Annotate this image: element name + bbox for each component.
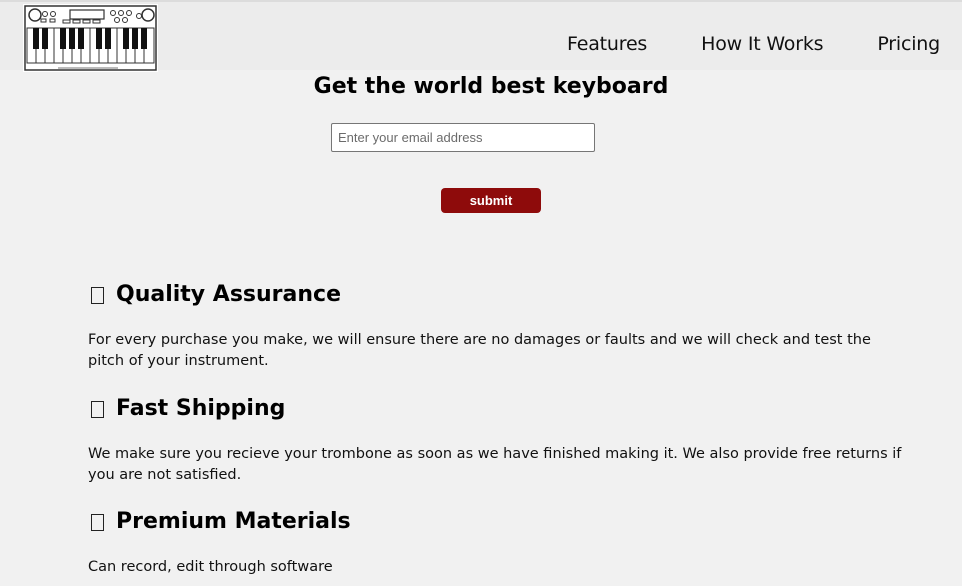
email-input[interactable]	[331, 123, 595, 152]
logo[interactable]	[23, 4, 158, 72]
nav-pricing-link[interactable]: Pricing	[877, 32, 940, 56]
nav-how-it-works-link[interactable]: How It Works	[701, 32, 823, 56]
feature-quality-assurance: Quality Assurance For every purchase you…	[88, 281, 908, 372]
feature-title: Fast Shipping	[116, 396, 286, 421]
missing-glyph-icon	[91, 400, 104, 418]
missing-glyph-icon	[91, 513, 104, 531]
submit-button[interactable]: submit	[441, 188, 541, 213]
missing-glyph-icon	[91, 286, 104, 304]
feature-text: For every purchase you make, we will ens…	[88, 332, 871, 369]
header: Features How It Works Pricing	[0, 2, 962, 72]
nav-features-link[interactable]: Features	[567, 32, 647, 56]
feature-heading: Fast Shipping	[88, 395, 908, 423]
feature-text: Can record, edit through software	[88, 559, 333, 575]
feature-text: We make sure you recieve your trombone a…	[88, 446, 902, 483]
feature-fast-shipping: Fast Shipping We make sure you recieve y…	[88, 395, 908, 486]
feature-heading: Quality Assurance	[88, 281, 908, 309]
feature-title: Premium Materials	[116, 509, 351, 534]
main-nav: Features How It Works Pricing	[513, 32, 940, 56]
feature-heading: Premium Materials	[88, 508, 908, 536]
hero-title: Get the world best keyboard	[313, 74, 669, 99]
keyboard-logo-icon	[24, 5, 157, 71]
feature-premium-materials: Premium Materials Can record, edit throu…	[88, 508, 908, 578]
feature-title: Quality Assurance	[116, 282, 342, 307]
